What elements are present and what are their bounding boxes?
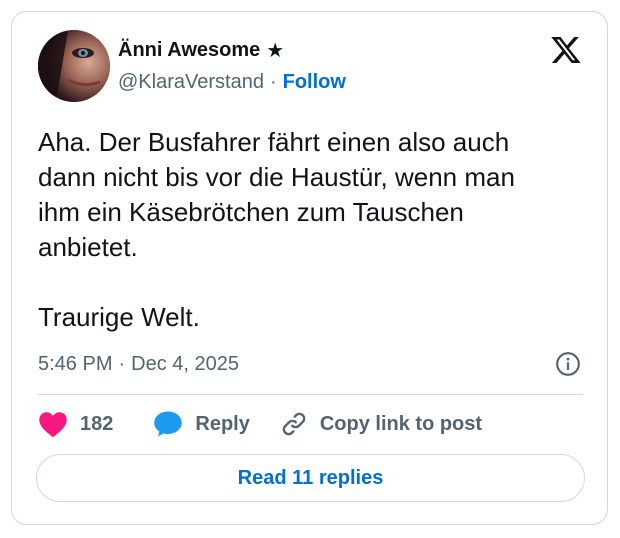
copy-link-label: Copy link to post <box>319 412 483 435</box>
author-handle[interactable]: @KlaraVerstand <box>118 71 264 94</box>
avatar-image <box>38 30 110 102</box>
reply-label: Reply <box>195 412 250 435</box>
tweet-card: Änni Awesome ★ @KlaraVerstand · Follow A… <box>11 11 608 525</box>
reply-button[interactable]: Reply <box>153 410 250 438</box>
tweet-timestamp[interactable]: 5:46 PM · Dec 4, 2025 <box>38 353 239 376</box>
like-button[interactable]: 182 <box>38 410 113 438</box>
like-count: 182 <box>80 412 114 435</box>
info-icon[interactable] <box>555 351 581 377</box>
follow-button[interactable]: Follow <box>283 71 346 94</box>
tweet-text: Aha. Der Busfahrer fährt einen also auch… <box>38 127 515 332</box>
action-bar: 182 Reply Copy link to post <box>38 410 482 438</box>
avatar[interactable] <box>38 30 110 102</box>
tweet-date: Dec 4, 2025 <box>131 353 240 375</box>
read-replies-button[interactable]: Read 11 replies <box>36 454 585 502</box>
speech-bubble-icon <box>154 411 183 437</box>
tweet-time: 5:46 PM <box>38 353 113 375</box>
copy-link-button[interactable]: Copy link to post <box>280 410 482 438</box>
author-name-row: Änni Awesome ★ <box>118 38 284 63</box>
separator-dot: · <box>118 353 126 375</box>
star-icon: ★ <box>266 40 285 62</box>
separator-dot: · <box>269 71 277 93</box>
author-handle-row: @KlaraVerstand · Follow <box>118 71 346 94</box>
author-display-name[interactable]: Änni Awesome <box>118 39 260 62</box>
read-replies-label: Read 11 replies <box>237 466 384 489</box>
divider <box>38 394 583 395</box>
heart-icon <box>39 412 67 438</box>
link-icon <box>282 412 306 436</box>
x-logo-icon[interactable] <box>549 34 583 66</box>
